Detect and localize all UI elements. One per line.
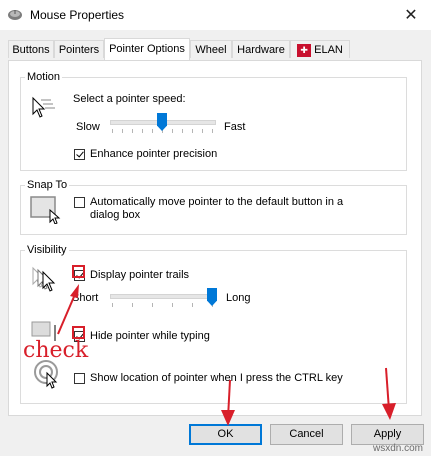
trail-slider-ticks xyxy=(112,303,213,307)
tab-pointer-options[interactable]: Pointer Options xyxy=(104,38,190,60)
show-location-label: Show location of pointer when I press th… xyxy=(90,372,343,384)
cancel-button[interactable]: Cancel xyxy=(270,424,343,445)
snap-to-legend: Snap To xyxy=(27,179,68,191)
snap-to-icon xyxy=(30,196,61,224)
watermark: wsxdn.com xyxy=(372,443,423,454)
close-icon: ✕ xyxy=(404,7,418,24)
trail-long-label: Long xyxy=(226,292,251,304)
elan-logo-icon: ✚ xyxy=(297,43,312,57)
tab-hardware[interactable]: Hardware xyxy=(232,40,290,58)
title-bar: Mouse Properties ✕ xyxy=(0,0,431,30)
enhance-precision-checkbox[interactable] xyxy=(74,149,85,160)
apply-button[interactable]: Apply xyxy=(351,424,424,445)
speed-label: Select a pointer speed: xyxy=(73,93,186,105)
pointer-trails-icon xyxy=(32,266,56,292)
window-title: Mouse Properties xyxy=(30,8,125,22)
display-trails-label: Display pointer trails xyxy=(90,269,190,281)
close-button[interactable]: ✕ xyxy=(391,0,431,30)
pointer-speed-icon xyxy=(32,96,55,118)
snap-to-default-checkbox[interactable] xyxy=(74,197,85,208)
slow-label: Slow xyxy=(76,121,100,133)
show-location-checkbox[interactable] xyxy=(74,373,85,384)
tab-wheel[interactable]: Wheel xyxy=(190,40,232,58)
annotation-check-text: check xyxy=(23,338,89,363)
tab-buttons[interactable]: Buttons xyxy=(8,40,54,58)
snap-to-label-line1: Automatically move pointer to the defaul… xyxy=(90,196,344,208)
motion-legend: Motion xyxy=(27,71,61,83)
fast-label: Fast xyxy=(224,121,246,133)
enhance-precision-label: Enhance pointer precision xyxy=(90,148,218,160)
hide-pointer-label: Hide pointer while typing xyxy=(90,330,210,342)
tab-pointers[interactable]: Pointers xyxy=(54,40,104,58)
ok-button[interactable]: OK xyxy=(189,424,262,445)
visibility-legend: Visibility xyxy=(27,244,67,256)
trail-short-label: Short xyxy=(72,292,99,304)
tab-elan[interactable]: ✚ ELAN xyxy=(290,40,350,58)
display-trails-checkbox[interactable] xyxy=(74,270,85,281)
show-location-icon xyxy=(34,360,58,389)
snap-to-label-line2: dialog box xyxy=(90,209,141,221)
trail-slider-track[interactable] xyxy=(110,294,216,299)
mouse-icon xyxy=(8,10,22,20)
